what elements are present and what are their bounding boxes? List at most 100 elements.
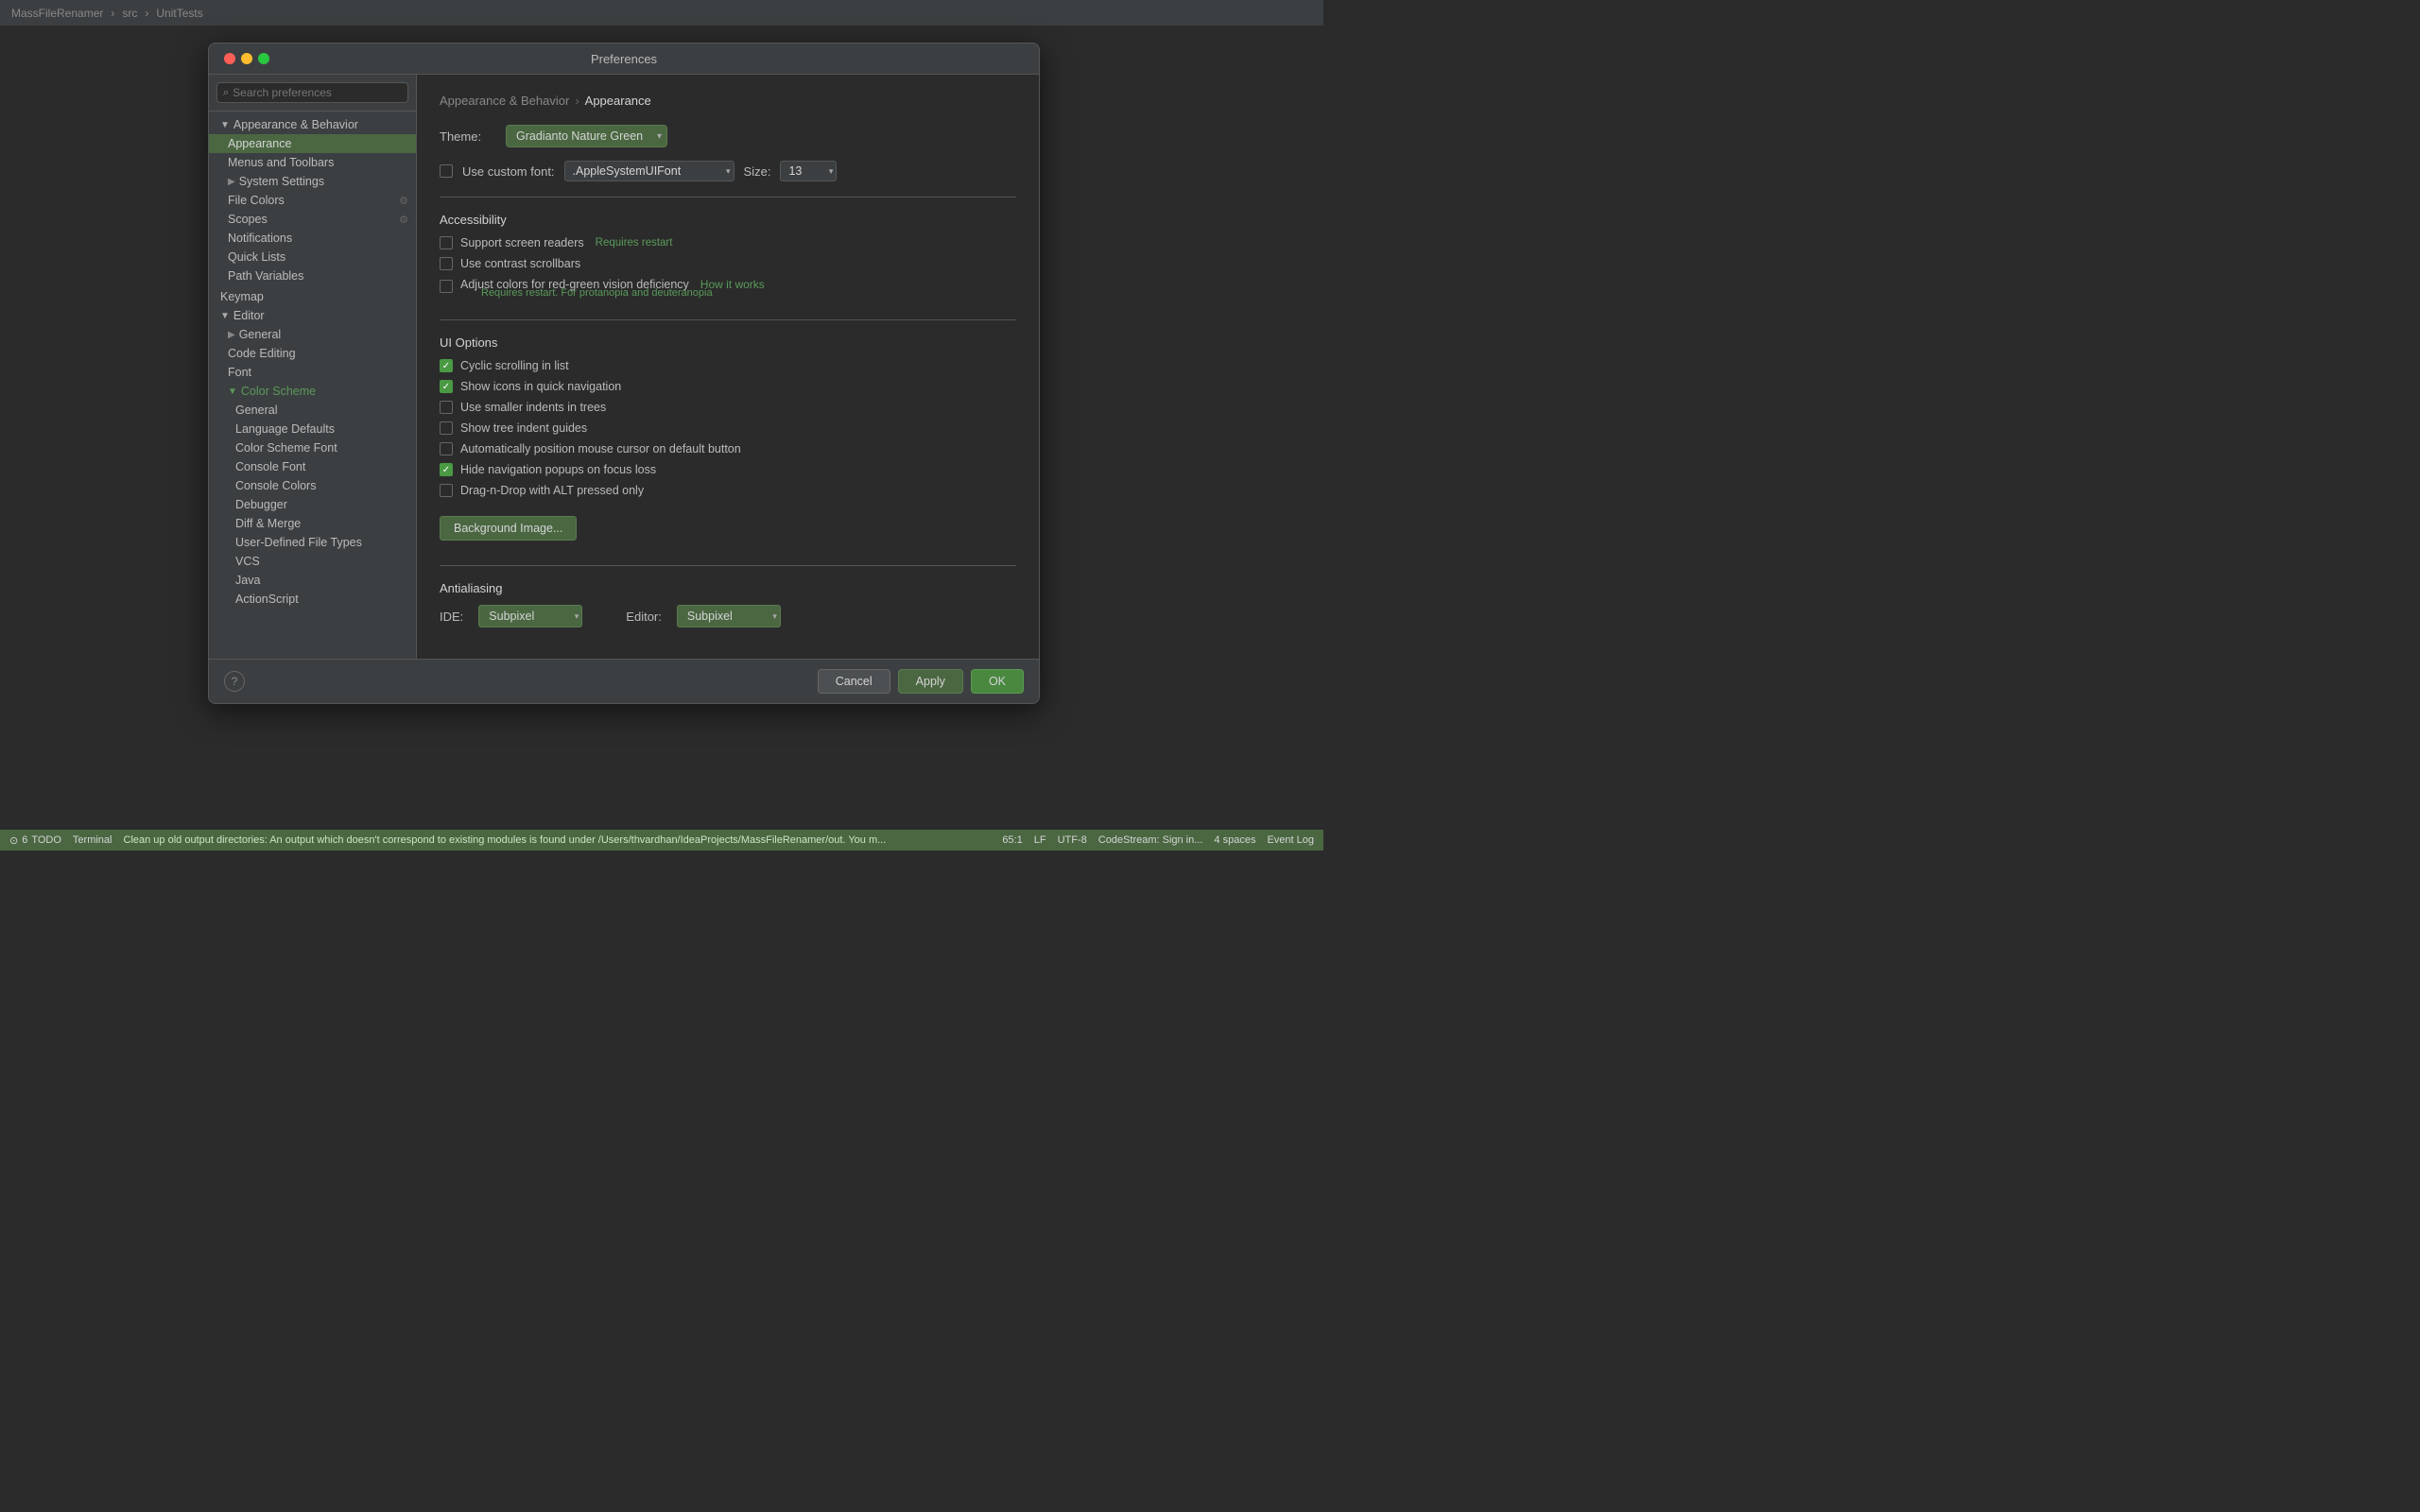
sidebar-item-code-editing[interactable]: Code Editing [209, 344, 416, 363]
sidebar-item-menus-toolbars[interactable]: Menus and Toolbars [209, 153, 416, 172]
status-message: Clean up old output directories: An outp… [124, 834, 992, 846]
preferences-dialog: Preferences ⌕ ▼ Appearance & Behavior Ap… [208, 43, 1040, 704]
font-select[interactable]: .AppleSystemUIFont Arial Helvetica Neue [564, 161, 735, 181]
screen-readers-label: Support screen readers [460, 236, 584, 249]
cancel-button[interactable]: Cancel [818, 669, 890, 694]
requires-restart-badge: Requires restart [596, 237, 673, 249]
expand-icon-editor: ▼ [220, 311, 230, 321]
content-area: Appearance & Behavior › Appearance Theme… [417, 75, 1039, 659]
dialog-titlebar: Preferences [209, 43, 1039, 75]
sidebar-item-color-scheme[interactable]: ▼ Color Scheme [209, 382, 416, 401]
sidebar-item-appearance[interactable]: Appearance [209, 134, 416, 153]
sidebar-item-console-colors[interactable]: Console Colors [209, 476, 416, 495]
statusbar: ⊙ 6 TODO Terminal Clean up old output di… [0, 830, 1323, 850]
minimize-button[interactable] [241, 53, 252, 64]
sidebar-item-appearance-behavior[interactable]: ▼ Appearance & Behavior [209, 115, 416, 134]
cyclic-scrolling-checkbox[interactable] [440, 359, 453, 372]
sidebar-item-system-settings[interactable]: ▶ System Settings [209, 172, 416, 191]
sidebar-item-keymap[interactable]: Keymap [209, 287, 416, 306]
antialiasing-section: Antialiasing IDE: Subpixel None Greyscal… [440, 581, 1016, 627]
sidebar-item-quick-lists[interactable]: Quick Lists [209, 248, 416, 266]
theme-select[interactable]: Gradianto Nature Green Darcula IntelliJ … [506, 125, 667, 147]
tree-indent-guides-checkbox[interactable] [440, 421, 453, 435]
hide-nav-popups-label: Hide navigation popups on focus loss [460, 463, 656, 476]
search-wrapper: ⌕ [216, 82, 408, 103]
custom-font-checkbox[interactable] [440, 164, 453, 178]
auto-position-checkbox[interactable] [440, 442, 453, 455]
theme-row: Theme: Gradianto Nature Green Darcula In… [440, 125, 1016, 147]
smaller-indents-checkbox[interactable] [440, 401, 453, 414]
size-label: Size: [744, 164, 771, 179]
expand-icon-cs: ▼ [228, 387, 237, 397]
smaller-indents-item: Use smaller indents in trees [440, 401, 1016, 414]
sidebar-item-general[interactable]: ▶ General [209, 325, 416, 344]
sidebar-item-editor[interactable]: ▼ Editor [209, 306, 416, 325]
sidebar-item-vcs[interactable]: VCS [209, 552, 416, 571]
ide-aa-label: IDE: [440, 610, 463, 624]
search-icon: ⌕ [223, 87, 229, 99]
ide-titlebar: MassFileRenamer › src › UnitTests [0, 0, 1323, 26]
smaller-indents-label: Use smaller indents in trees [460, 401, 606, 414]
editor-aa-select-wrapper: Subpixel None Greyscale Default ▾ [677, 605, 781, 627]
apply-button[interactable]: Apply [898, 669, 963, 694]
sidebar-item-diff-merge[interactable]: Diff & Merge [209, 514, 416, 533]
line-col: 65:1 [1002, 834, 1022, 846]
close-button[interactable] [224, 53, 235, 64]
sidebar-item-notifications[interactable]: Notifications [209, 229, 416, 248]
footer-right: Cancel Apply OK [818, 669, 1024, 694]
sidebar-item-cs-general[interactable]: General [209, 401, 416, 420]
search-input[interactable] [233, 86, 402, 99]
expand-icon: ▼ [220, 120, 230, 130]
sidebar-item-user-defined[interactable]: User-Defined File Types [209, 533, 416, 552]
color-deficiency-item: Adjust colors for red-green vision defic… [440, 278, 1016, 304]
sidebar-item-java[interactable]: Java [209, 571, 416, 590]
sidebar-item-font[interactable]: Font [209, 363, 416, 382]
hide-nav-popups-checkbox[interactable] [440, 463, 453, 476]
ide-aa-select-wrapper: Subpixel None Greyscale Default ▾ [478, 605, 582, 627]
sidebar-item-path-variables[interactable]: Path Variables [209, 266, 416, 285]
sidebar-item-debugger[interactable]: Debugger [209, 495, 416, 514]
breadcrumb: Appearance & Behavior › Appearance [440, 94, 1016, 108]
sidebar-item-file-colors[interactable]: File Colors ⚙ [209, 191, 416, 210]
size-select-wrapper: 13 11 12 14 16 ▾ [780, 161, 837, 181]
terminal-tab[interactable]: Terminal [73, 834, 112, 846]
screen-readers-checkbox[interactable] [440, 236, 453, 249]
drag-n-drop-label: Drag-n-Drop with ALT pressed only [460, 484, 644, 497]
font-select-wrapper: .AppleSystemUIFont Arial Helvetica Neue … [564, 161, 735, 181]
footer-left: ? [224, 671, 245, 692]
contrast-scrollbars-label: Use contrast scrollbars [460, 257, 580, 270]
sidebar-item-scopes[interactable]: Scopes ⚙ [209, 210, 416, 229]
contrast-scrollbars-item: Use contrast scrollbars [440, 257, 1016, 270]
tree-indent-guides-label: Show tree indent guides [460, 421, 587, 435]
event-log[interactable]: Event Log [1267, 834, 1314, 846]
sidebar-item-cs-font[interactable]: Color Scheme Font [209, 438, 416, 457]
arrow-general: ▶ [228, 330, 235, 340]
color-deficiency-text: Adjust colors for red-green vision defic… [460, 278, 765, 304]
color-deficiency-checkbox[interactable] [440, 280, 453, 293]
sidebar-item-actionscript[interactable]: ActionScript [209, 590, 416, 609]
editor-aa-select[interactable]: Subpixel None Greyscale Default [677, 605, 781, 627]
todo-badge[interactable]: ⊙ 6 TODO [9, 834, 61, 847]
dialog-body: ⌕ ▼ Appearance & Behavior Appearance Men… [209, 75, 1039, 659]
ui-options-title: UI Options [440, 335, 1016, 350]
ok-button[interactable]: OK [971, 669, 1024, 694]
antialiasing-row: IDE: Subpixel None Greyscale Default ▾ E… [440, 605, 1016, 627]
breadcrumb-parent: Appearance & Behavior [440, 94, 569, 108]
ide-aa-select[interactable]: Subpixel None Greyscale Default [478, 605, 582, 627]
contrast-scrollbars-checkbox[interactable] [440, 257, 453, 270]
sidebar-item-console-font[interactable]: Console Font [209, 457, 416, 476]
show-icons-checkbox[interactable] [440, 380, 453, 393]
custom-font-row: Use custom font: .AppleSystemUIFont Aria… [440, 161, 1016, 181]
sidebar-item-language-defaults[interactable]: Language Defaults [209, 420, 416, 438]
cyclic-scrolling-label: Cyclic scrolling in list [460, 359, 569, 372]
dialog-title: Preferences [591, 52, 657, 66]
maximize-button[interactable] [258, 53, 269, 64]
hide-nav-popups-item: Hide navigation popups on focus loss [440, 463, 1016, 476]
divider-2 [440, 319, 1016, 320]
auto-position-item: Automatically position mouse cursor on d… [440, 442, 1016, 455]
background-image-button[interactable]: Background Image... [440, 516, 577, 541]
code-stream: CodeStream: Sign in... [1098, 834, 1203, 846]
drag-n-drop-checkbox[interactable] [440, 484, 453, 497]
size-select[interactable]: 13 11 12 14 16 [780, 161, 837, 181]
help-button[interactable]: ? [224, 671, 245, 692]
